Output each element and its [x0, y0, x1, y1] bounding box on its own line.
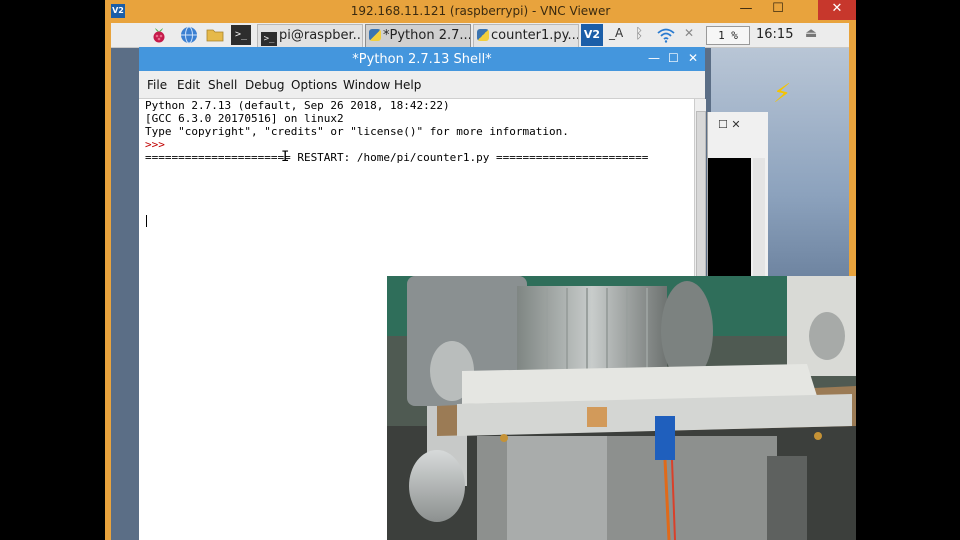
text-cursor: [146, 215, 147, 227]
menu-options[interactable]: Options: [291, 78, 337, 92]
shell-window-title: *Python 2.7.13 Shell*: [352, 52, 492, 67]
clock[interactable]: 16:15: [756, 27, 793, 42]
vnc-title-bar[interactable]: V2 192.168.11.121 (raspberrypi) - VNC Vi…: [105, 0, 856, 23]
shell-prompt: >>>: [145, 138, 172, 151]
task-label: pi@raspber...: [279, 28, 363, 43]
vnc-server-icon[interactable]: V2: [581, 24, 603, 46]
terminal-icon: >_: [261, 32, 277, 46]
background-window-buttons[interactable]: ☐ ✕: [718, 118, 741, 131]
menu-debug[interactable]: Debug: [245, 78, 284, 92]
eject-icon[interactable]: ⏏: [805, 26, 817, 41]
bluetooth-icon[interactable]: ᛒ: [635, 26, 651, 42]
menu-shell[interactable]: Shell: [208, 78, 237, 92]
task-counter1[interactable]: counter1.py...: [473, 24, 579, 48]
file-manager-icon[interactable]: [205, 25, 225, 45]
terminal-icon[interactable]: >_: [231, 25, 251, 45]
wifi-icon[interactable]: [656, 25, 676, 45]
camera-overlay: [387, 276, 856, 540]
restart-line: ====================== RESTART: /home/pi…: [145, 151, 649, 164]
task-python-shell[interactable]: *Python 2.7...: [365, 24, 471, 48]
vnc-close-button[interactable]: ✕: [818, 0, 856, 20]
cpu-monitor: 1 %: [706, 26, 750, 45]
shell-close-button[interactable]: ✕: [688, 51, 698, 65]
lightning-bolt-icon: ⚡: [773, 79, 792, 109]
font-icon[interactable]: _A: [609, 26, 629, 40]
shell-output-line: Python 2.7.13 (default, Sep 26 2018, 18:…: [145, 99, 450, 112]
shell-minimize-button[interactable]: —: [648, 51, 660, 65]
shell-output-line: Type "copyright", "credits" or "license(…: [145, 125, 569, 138]
volume-muted-icon[interactable]: ✕: [684, 26, 700, 40]
task-label: *Python 2.7...: [383, 28, 471, 43]
menu-window[interactable]: Window: [343, 78, 390, 92]
taskbar: >_ >_ pi@raspber... *Python 2.7... counte…: [111, 23, 849, 48]
task-terminal[interactable]: >_ pi@raspber...: [257, 24, 363, 48]
shell-output-line: [GCC 6.3.0 20170516] on linux2: [145, 112, 344, 125]
shell-title-bar[interactable]: *Python 2.7.13 Shell* — ☐ ✕: [139, 47, 705, 71]
raspberry-menu-icon[interactable]: [149, 25, 169, 45]
vnc-minimize-button[interactable]: —: [731, 0, 761, 20]
menu-edit[interactable]: Edit: [177, 78, 200, 92]
web-browser-icon[interactable]: [179, 25, 199, 45]
menu-help[interactable]: Help: [394, 78, 421, 92]
python-icon: [477, 29, 489, 41]
vnc-maximize-button[interactable]: ☐: [763, 0, 793, 20]
python-icon: [369, 29, 381, 41]
shell-maximize-button[interactable]: ☐: [668, 51, 679, 65]
task-label: counter1.py...: [491, 28, 579, 43]
menu-bar: File Edit Shell Debug Options Window Hel…: [139, 71, 705, 99]
mouse-ibeam-cursor: I: [281, 149, 290, 165]
menu-file[interactable]: File: [147, 78, 167, 92]
